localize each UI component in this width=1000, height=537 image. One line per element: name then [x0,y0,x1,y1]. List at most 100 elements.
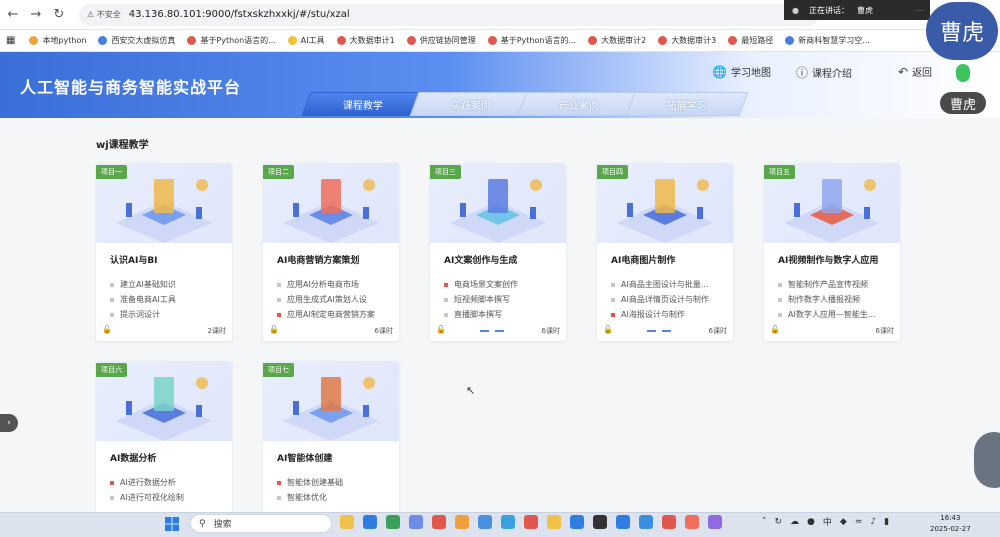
reload-icon[interactable]: ↻ [49,5,69,25]
bookmark-item[interactable]: 大数据审计2 [588,35,646,46]
course-card[interactable]: 项目五 AI视频制作与数字人应用 智能制作产品宣传视频 制作数字人播报视频 AI数字人应… [764,163,900,341]
chevron-up-icon[interactable]: ˄ [762,517,767,527]
bookmark-item[interactable]: 大数据审计1 [336,35,395,46]
taskbar-app-icon[interactable] [386,515,400,529]
lesson-item[interactable]: 智能体创建基础 [277,475,343,490]
bookmark-item[interactable]: 最短路径 [728,35,773,46]
sync-icon[interactable]: ↻ [775,517,783,527]
course-card[interactable]: 项目二 AI电商营销方案策划 应用AI分析电商市场 应用生成式AI策划人设 应用AI制定… [263,163,399,341]
lesson-item[interactable]: 制作数字人播报视频 [778,292,875,307]
course-card[interactable]: 项目三 AI文案创作与生成 电商场景文案创作 短视频脚本撰写 直播脚本撰写 🔓 6课时 [430,163,566,341]
lesson-item[interactable]: 建立AI基础知识 [110,277,176,292]
taskbar-app-icon[interactable] [662,515,676,529]
bookmark-item[interactable]: 西安交大虚拟仿真 [98,35,175,46]
taskbar-app-icon[interactable] [708,515,722,529]
taskbar-app-icon[interactable] [501,515,515,529]
lesson-item[interactable]: AI数字人应用—智能生... [778,307,875,322]
volume-icon[interactable]: ♪ [870,517,876,527]
bookmark-icon [336,36,346,45]
lesson-item[interactable]: 准备电商AI工具 [110,292,176,307]
lesson-item[interactable]: 直播脚本撰写 [444,307,518,322]
bullet-icon [444,297,448,302]
tab-1[interactable]: 实践案例 [409,92,533,116]
course-card[interactable]: 项目六 AI数据分析 AI进行数据分析 AI进行可视化绘制 [96,361,232,537]
taskbar-app-icon[interactable] [524,515,538,529]
bookmark-item[interactable]: 基于Python语言的... [187,35,276,46]
taskbar-app-icon[interactable] [639,515,653,529]
address-bar[interactable]: ⚠ 不安全 43.136.80.101:9000/fstxskzhxxkj/#/… [79,3,819,26]
bookmark-item[interactable]: 供应链协同管理 [406,35,476,46]
mouse-cursor-icon: ↖ [466,384,476,397]
lesson-item[interactable]: AI进行可视化绘制 [110,490,184,505]
course-title: AI数据分析 [110,454,157,464]
lesson-item[interactable]: 应用AI制定电商营销方案 [277,307,375,322]
lesson-item[interactable]: 提示词设计 [110,307,176,322]
shield-icon[interactable]: ◆ [840,517,847,527]
dot [647,330,656,332]
info-icon: ⓘ [796,66,809,80]
taskbar-app-icon[interactable] [570,515,584,529]
bookmark-item[interactable]: 本地python [29,35,86,46]
bookmark-item[interactable]: 基于Python语言的... [487,35,576,46]
lesson-item[interactable]: AI海报设计与制作 [611,307,709,322]
lesson-list: AI商品主图设计与批量... AI商品详情页设计与制作 AI海报设计与制作 [611,277,709,322]
lesson-item[interactable]: 短视频脚本撰写 [444,292,518,307]
taskbar-app-icon[interactable] [547,515,561,529]
nav-course-intro[interactable]: ⓘ 课程介绍 [796,64,852,81]
bullet-icon [110,282,114,287]
lesson-item[interactable]: 智能体优化 [277,490,343,505]
back-icon: ↶ [898,64,909,79]
bookmark-item[interactable]: AI工具 [287,35,325,46]
back-arrow-icon[interactable]: ← [3,5,23,25]
lesson-item[interactable]: 电商场景文案创作 [444,277,518,292]
mic-active-icon[interactable] [956,64,970,82]
taskbar-app-icon[interactable] [455,515,469,529]
taskbar-app-icon[interactable] [593,515,607,529]
taskbar-search[interactable]: ⚲ 搜索 [190,514,332,533]
side-expand-button[interactable]: › [0,414,18,432]
lesson-item[interactable]: AI进行数据分析 [110,475,184,490]
bookmark-icon [785,36,795,45]
taskbar-clock[interactable]: 16:43 2025-02-27 [930,513,971,535]
battery-icon[interactable]: ▮ [884,517,889,527]
lesson-item[interactable]: 智能制作产品宣传视频 [778,277,875,292]
course-card[interactable]: 项目一 认识AI与BI 建立AI基础知识 准备电商AI工具 提示词设计 🔓 2课时 [96,163,232,341]
windows-start-icon[interactable] [165,517,179,531]
lesson-item[interactable]: 应用AI分析电商市场 [277,277,375,292]
taskbar-app-icon[interactable] [363,515,377,529]
forward-arrow-icon[interactable]: → [26,5,46,25]
bullet-icon [611,312,615,317]
wifi-icon[interactable]: ≈ [855,517,863,527]
course-title: AI智能体创建 [277,454,333,464]
floating-assistant-button[interactable] [974,432,1000,488]
bullet-icon [110,312,114,317]
lesson-item[interactable]: 应用生成式AI策划人设 [277,292,375,307]
course-card[interactable]: 项目七 AI智能体创建 智能体创建基础 智能体优化 [263,361,399,537]
nav-back[interactable]: ↶ 返回 [898,64,932,80]
taskbar-app-icon[interactable] [616,515,630,529]
security-warning[interactable]: ⚠ 不安全 [87,9,121,20]
project-tag: 项目三 [430,165,461,179]
bookmark-item[interactable]: 大数据审计3 [658,35,716,46]
taskbar-app-icon[interactable] [409,515,423,529]
lesson-item[interactable]: AI商品主图设计与批量... [611,277,709,292]
bullet-icon [778,297,782,302]
taskbar-app-icon[interactable] [432,515,446,529]
meeting-avatar[interactable]: 曹虎 [926,2,998,60]
tab-0[interactable]: 课程教学 [301,92,425,116]
cloud-icon[interactable]: ☁ [790,517,799,527]
mic-icon[interactable]: ● [807,517,815,527]
nav-learning-map[interactable]: 🌐 学习地图 [712,64,771,80]
apps-grid-icon[interactable]: ▦ [6,35,15,46]
tab-3[interactable]: 拓展学习 [625,92,749,116]
tab-2[interactable]: 产业案例 [517,92,641,116]
bookmark-icon [728,36,738,45]
lesson-item[interactable]: AI商品详情页设计与制作 [611,292,709,307]
taskbar-app-icon[interactable] [340,515,354,529]
taskbar-app-icon[interactable] [685,515,699,529]
bookmark-item[interactable]: 新商科智慧学习空... [785,35,870,46]
taskbar-app-icon[interactable] [478,515,492,529]
more-icon[interactable]: ⋯ [916,6,924,15]
course-card[interactable]: 项目四 AI电商图片制作 AI商品主图设计与批量... AI商品详情页设计与制作 AI海… [597,163,733,341]
ime-lang[interactable]: 中 [823,515,832,528]
